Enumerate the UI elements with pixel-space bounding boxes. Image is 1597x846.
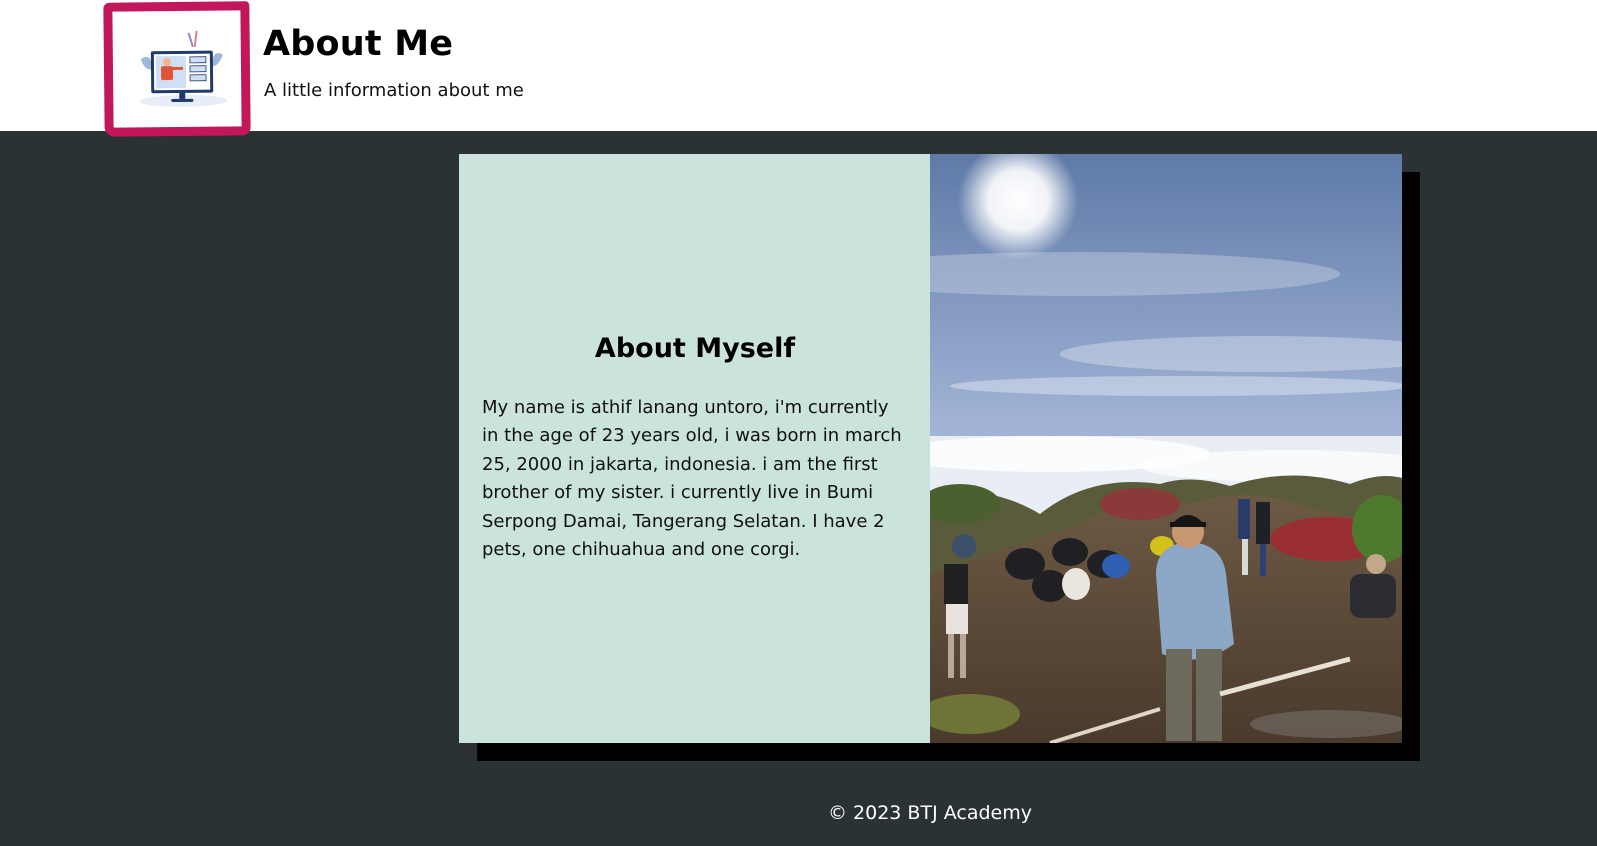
site-header: About Me A little information about me — [0, 0, 1597, 137]
presentation-monitor-icon — [139, 30, 228, 107]
page-subtitle: A little information about me — [264, 80, 524, 101]
profile-photo — [930, 154, 1402, 743]
section-heading: About Myself — [594, 332, 796, 364]
footer-copyright: © 2023 BTJ Academy — [828, 802, 1032, 824]
bio-paragraph: My name is athif lanang untoro, i'm curr… — [482, 396, 902, 561]
logo[interactable] — [103, 1, 251, 137]
about-text-panel: About Myself My name is athif lanang unt… — [459, 154, 930, 743]
about-card: About Myself My name is athif lanang unt… — [459, 154, 1402, 743]
page-title: About Me — [263, 24, 454, 64]
mountain-summit-photo — [930, 154, 1402, 743]
